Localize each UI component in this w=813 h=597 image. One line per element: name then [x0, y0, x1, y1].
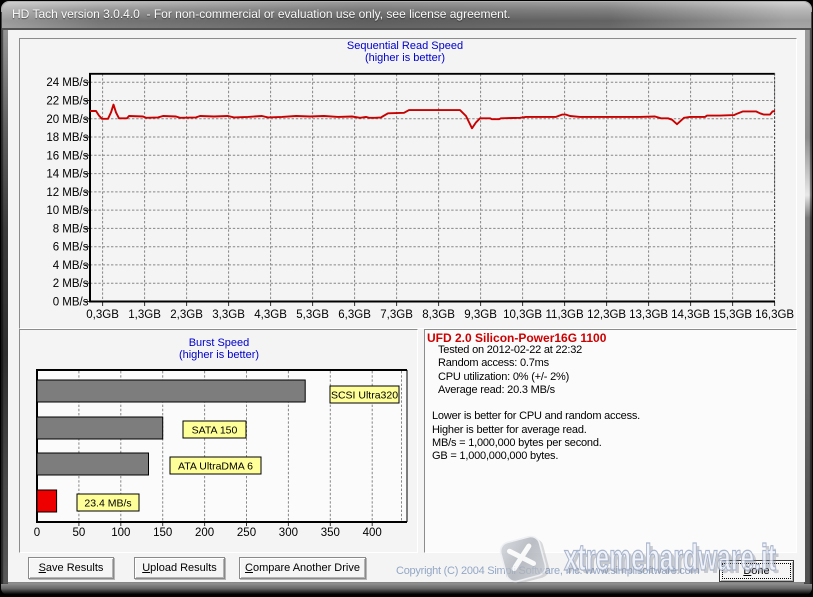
svg-text:12 MB/s: 12 MB/s	[46, 187, 88, 199]
svg-text:SCSI Ultra320: SCSI Ultra320	[331, 390, 398, 402]
svg-text:2,3GB: 2,3GB	[170, 309, 203, 321]
svg-text:5,3GB: 5,3GB	[296, 309, 329, 321]
svg-text:0,3GB: 0,3GB	[86, 309, 119, 321]
svg-text:10,3GB: 10,3GB	[503, 309, 542, 321]
svg-text:200: 200	[195, 527, 214, 539]
svg-text:350: 350	[321, 527, 340, 539]
svg-text:xtremehardware.it: xtremehardware.it	[564, 537, 776, 578]
svg-text:4,3GB: 4,3GB	[254, 309, 287, 321]
svg-text:24 MB/s: 24 MB/s	[46, 77, 88, 89]
svg-text:14 MB/s: 14 MB/s	[46, 169, 88, 181]
svg-text:400: 400	[363, 527, 382, 539]
svg-text:22 MB/s: 22 MB/s	[46, 96, 88, 108]
svg-text:50: 50	[73, 527, 86, 539]
svg-text:8 MB/s: 8 MB/s	[53, 223, 89, 235]
svg-text:3,3GB: 3,3GB	[212, 309, 245, 321]
svg-text:16,3GB: 16,3GB	[755, 309, 794, 321]
svg-text:8,3GB: 8,3GB	[422, 309, 455, 321]
svg-text:ATA UltraDMA 6: ATA UltraDMA 6	[178, 461, 253, 473]
svg-text:14,3GB: 14,3GB	[671, 309, 710, 321]
svg-text:0 MB/s: 0 MB/s	[53, 297, 89, 309]
svg-text:9,3GB: 9,3GB	[464, 309, 497, 321]
svg-text:6,3GB: 6,3GB	[338, 309, 371, 321]
svg-text:100: 100	[111, 527, 130, 539]
svg-text:10 MB/s: 10 MB/s	[46, 205, 88, 217]
svg-text:11,3GB: 11,3GB	[546, 309, 584, 321]
svg-text:0: 0	[34, 527, 40, 539]
svg-text:2 MB/s: 2 MB/s	[53, 278, 89, 290]
svg-text:7,3GB: 7,3GB	[380, 309, 413, 321]
svg-text:1,3GB: 1,3GB	[128, 309, 161, 321]
svg-text:SATA 150: SATA 150	[192, 425, 238, 437]
svg-text:6 MB/s: 6 MB/s	[53, 242, 89, 254]
svg-text:13,3GB: 13,3GB	[629, 309, 668, 321]
svg-text:300: 300	[279, 527, 298, 539]
svg-text:20 MB/s: 20 MB/s	[46, 114, 88, 126]
svg-text:4 MB/s: 4 MB/s	[53, 260, 89, 272]
svg-text:150: 150	[153, 527, 172, 539]
svg-text:23.4 MB/s: 23.4 MB/s	[84, 498, 131, 510]
svg-text:16 MB/s: 16 MB/s	[46, 150, 88, 162]
svg-text:18 MB/s: 18 MB/s	[46, 132, 88, 144]
svg-text:12,3GB: 12,3GB	[587, 309, 626, 321]
svg-text:250: 250	[237, 527, 256, 539]
svg-text:15,3GB: 15,3GB	[713, 309, 752, 321]
